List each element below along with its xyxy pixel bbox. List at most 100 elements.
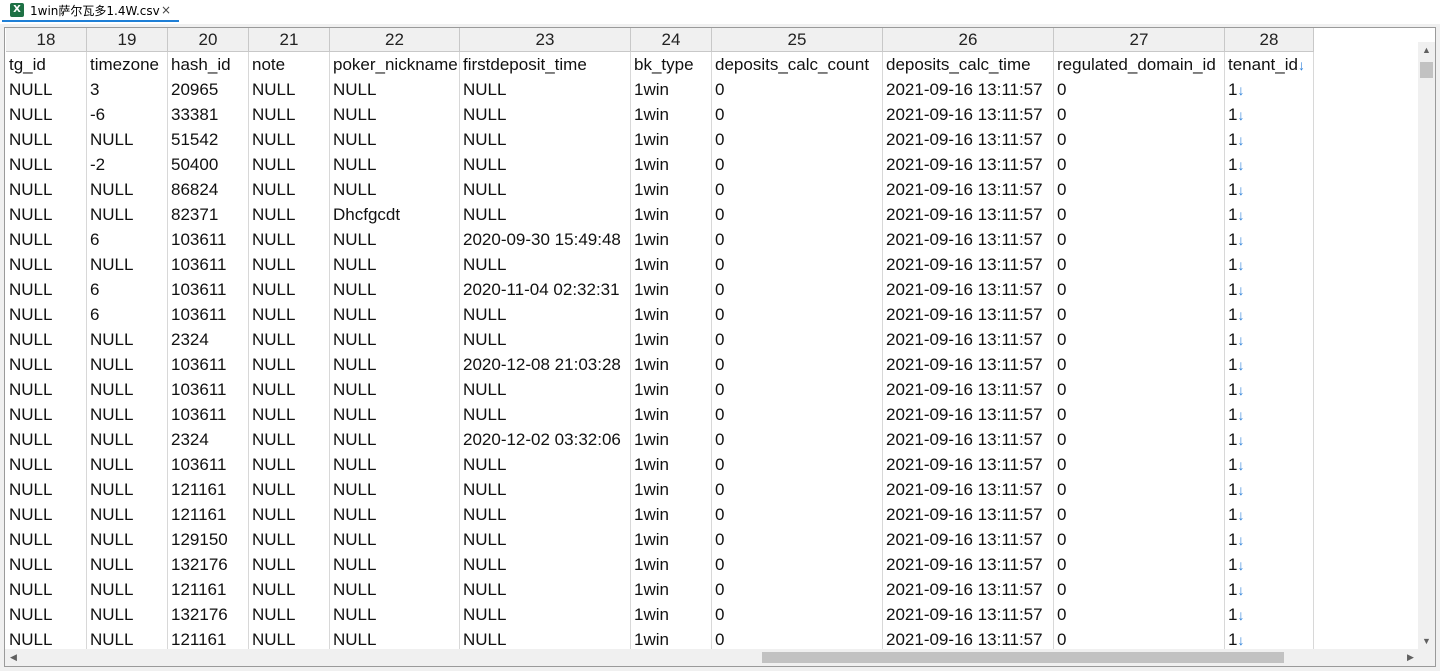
cell[interactable]: 1↓ — [1225, 327, 1314, 352]
cell[interactable]: 103611 — [168, 352, 249, 377]
cell[interactable]: NULL — [6, 127, 87, 152]
cell[interactable]: 2021-09-16 13:11:57 — [883, 152, 1054, 177]
cell[interactable]: regulated_domain_id — [1054, 52, 1225, 77]
cell[interactable]: NULL — [6, 452, 87, 477]
cell[interactable]: NULL — [6, 552, 87, 577]
cell[interactable]: tenant_id↓ — [1225, 52, 1314, 77]
cell[interactable]: NULL — [249, 302, 330, 327]
cell[interactable]: 0 — [1054, 327, 1225, 352]
cell[interactable]: 3 — [87, 77, 168, 102]
cell[interactable]: 121161 — [168, 502, 249, 527]
cell[interactable]: 0 — [1054, 402, 1225, 427]
column-number-19[interactable]: 19 — [87, 28, 168, 52]
cell[interactable]: 0 — [1054, 352, 1225, 377]
cell[interactable]: NULL — [6, 427, 87, 452]
cell[interactable]: NULL — [249, 102, 330, 127]
cell[interactable]: 0 — [1054, 127, 1225, 152]
cell[interactable]: 0 — [712, 477, 883, 502]
cell[interactable]: 0 — [712, 352, 883, 377]
cell[interactable]: NULL — [330, 302, 460, 327]
cell[interactable]: NULL — [330, 427, 460, 452]
cell[interactable]: NULL — [249, 577, 330, 602]
cell[interactable]: 132176 — [168, 552, 249, 577]
cell[interactable]: NULL — [330, 402, 460, 427]
cell[interactable]: 1win — [631, 127, 712, 152]
cell[interactable]: 2021-09-16 13:11:57 — [883, 452, 1054, 477]
cell[interactable]: NULL — [87, 452, 168, 477]
cell[interactable]: NULL — [330, 602, 460, 627]
cell[interactable]: 1win — [631, 252, 712, 277]
cell[interactable]: NULL — [460, 327, 631, 352]
cell[interactable]: NULL — [330, 452, 460, 477]
file-tab[interactable]: X 1win萨尔瓦多1.4W.csv × — [2, 0, 179, 22]
cell[interactable]: 1↓ — [1225, 77, 1314, 102]
cell[interactable]: NULL — [249, 377, 330, 402]
cell[interactable]: 1win — [631, 577, 712, 602]
cell[interactable]: 0 — [712, 152, 883, 177]
cell[interactable]: 0 — [712, 102, 883, 127]
cell[interactable]: NULL — [330, 527, 460, 552]
cell[interactable]: NULL — [6, 527, 87, 552]
cell[interactable]: 86824 — [168, 177, 249, 202]
cell[interactable]: NULL — [6, 502, 87, 527]
cell[interactable]: 6 — [87, 302, 168, 327]
cell[interactable]: 50400 — [168, 152, 249, 177]
cell[interactable]: 1win — [631, 77, 712, 102]
cell[interactable]: NULL — [330, 102, 460, 127]
cell[interactable]: deposits_calc_time — [883, 52, 1054, 77]
cell[interactable]: NULL — [6, 277, 87, 302]
cell[interactable]: NULL — [87, 477, 168, 502]
cell[interactable]: 2020-12-02 03:32:06 — [460, 427, 631, 452]
cell[interactable]: 0 — [1054, 477, 1225, 502]
cell[interactable]: 1↓ — [1225, 302, 1314, 327]
cell[interactable]: 1win — [631, 202, 712, 227]
cell[interactable]: 1↓ — [1225, 102, 1314, 127]
cell[interactable]: NULL — [330, 327, 460, 352]
cell[interactable]: Dhcfgcdt — [330, 202, 460, 227]
cell[interactable]: 1win — [631, 477, 712, 502]
cell[interactable]: 2021-09-16 13:11:57 — [883, 277, 1054, 302]
cell[interactable]: 33381 — [168, 102, 249, 127]
cell[interactable]: 82371 — [168, 202, 249, 227]
cell[interactable]: NULL — [460, 602, 631, 627]
cell[interactable]: 1win — [631, 352, 712, 377]
cell[interactable]: 0 — [712, 527, 883, 552]
cell[interactable]: 0 — [712, 377, 883, 402]
cell[interactable]: 1↓ — [1225, 552, 1314, 577]
cell[interactable]: NULL — [87, 327, 168, 352]
cell[interactable]: note — [249, 52, 330, 77]
cell[interactable]: 1↓ — [1225, 277, 1314, 302]
cell[interactable]: NULL — [249, 602, 330, 627]
cell[interactable]: 0 — [1054, 202, 1225, 227]
cell[interactable]: NULL — [460, 127, 631, 152]
cell[interactable]: NULL — [460, 152, 631, 177]
cell[interactable]: NULL — [460, 402, 631, 427]
cell[interactable]: 2021-09-16 13:11:57 — [883, 552, 1054, 577]
cell[interactable]: 0 — [712, 327, 883, 352]
cell[interactable]: 2021-09-16 13:11:57 — [883, 127, 1054, 152]
cell[interactable]: 1↓ — [1225, 402, 1314, 427]
cell[interactable]: NULL — [6, 302, 87, 327]
cell[interactable]: NULL — [249, 477, 330, 502]
cell[interactable]: 0 — [712, 452, 883, 477]
column-number-28[interactable]: 28 — [1225, 28, 1314, 52]
cell[interactable]: 1↓ — [1225, 352, 1314, 377]
cell[interactable]: NULL — [330, 77, 460, 102]
cell[interactable]: bk_type — [631, 52, 712, 77]
cell[interactable]: 2021-09-16 13:11:57 — [883, 352, 1054, 377]
horizontal-scrollbar[interactable]: ◀ ▶ — [5, 649, 1435, 666]
cell[interactable]: NULL — [460, 377, 631, 402]
cell[interactable]: 121161 — [168, 477, 249, 502]
cell[interactable]: 1↓ — [1225, 527, 1314, 552]
cell[interactable]: 0 — [1054, 277, 1225, 302]
cell[interactable]: deposits_calc_count — [712, 52, 883, 77]
cell[interactable]: 1↓ — [1225, 427, 1314, 452]
cell[interactable]: NULL — [460, 552, 631, 577]
column-number-20[interactable]: 20 — [168, 28, 249, 52]
cell[interactable]: NULL — [87, 427, 168, 452]
cell[interactable]: NULL — [87, 577, 168, 602]
cell[interactable]: 1↓ — [1225, 127, 1314, 152]
column-number-23[interactable]: 23 — [460, 28, 631, 52]
cell[interactable]: 2020-11-04 02:32:31 — [460, 277, 631, 302]
cell[interactable]: 2021-09-16 13:11:57 — [883, 577, 1054, 602]
